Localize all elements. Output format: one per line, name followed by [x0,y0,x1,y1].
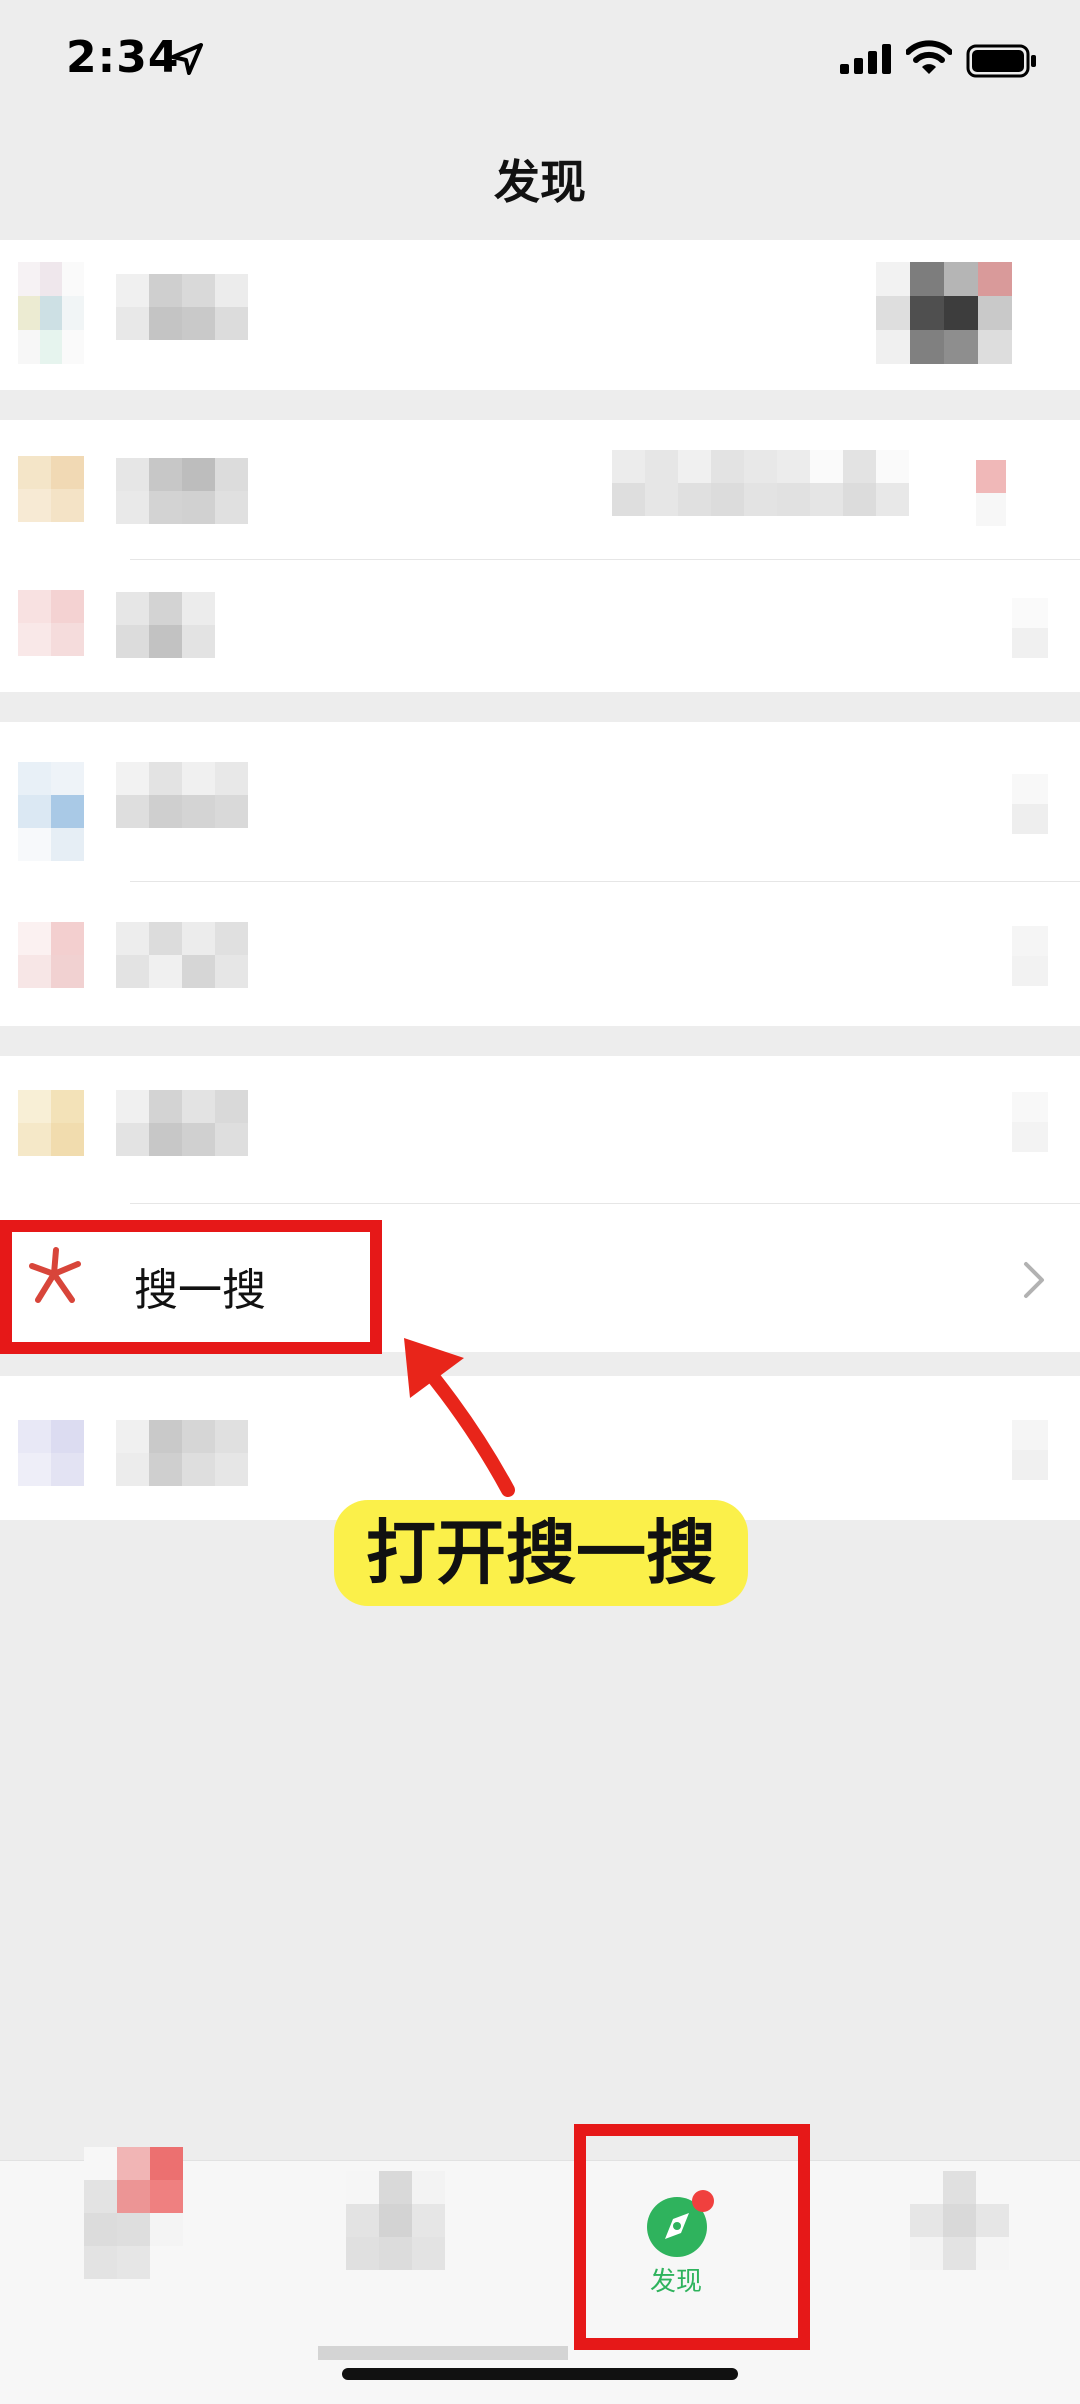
blurred-home-bar-area [318,2346,568,2360]
blurred-menu-row[interactable] [0,560,1080,692]
tab-me[interactable] [810,2161,1080,2361]
menu-group-4 [0,1056,1080,1204]
blurred-row-icon [18,1090,84,1156]
blurred-row-label [116,274,284,340]
blurred-tab-icon [84,2147,183,2279]
blurred-tab-icon [346,2171,445,2270]
blurred-row-icon [18,456,84,522]
blurred-row-icon [18,1420,84,1486]
search-highlight-box [0,1220,382,1354]
blurred-row-chevron [1012,926,1048,986]
pointer-arrow-icon [404,1338,515,1497]
tab-chats[interactable] [0,2147,270,2361]
blurred-row-chevron [1012,774,1048,834]
blurred-menu-row[interactable] [0,1056,1080,1204]
blurred-menu-row[interactable] [0,240,1080,390]
blurred-row-chevron [1012,1420,1048,1480]
home-indicator [342,2368,738,2380]
blurred-row-subtitle [612,450,909,516]
instruction-callout: 打开搜一搜 [334,1500,748,1606]
menu-group-3 [0,722,1080,1026]
blurred-row-chevron [1012,1092,1048,1152]
chevron-right-icon [1024,1262,1044,1298]
blurred-row-label [116,762,284,828]
discover-tab-highlight-box [574,2124,810,2350]
blurred-row-icon [18,262,84,364]
menu-group-5 [0,1376,1080,1520]
blurred-row-label [116,1420,284,1486]
menu-group-1 [0,240,1080,390]
blurred-row-label [116,592,215,658]
blurred-tab-icon [910,2171,1009,2270]
status-time: 2:34 [66,32,180,83]
blurred-menu-row[interactable] [0,882,1080,1026]
blurred-row-chevron [1012,598,1048,658]
blurred-menu-row[interactable] [0,722,1080,882]
location-arrow-icon [171,43,203,75]
blurred-menu-row[interactable] [0,1376,1080,1520]
tab-contacts[interactable] [270,2161,540,2361]
blurred-menu-row[interactable] [0,420,1080,560]
menu-group-2 [0,420,1080,692]
blurred-row-icon [18,590,84,656]
status-bar: 2:34 [0,0,1080,120]
red-dot-badge [976,460,1006,526]
blurred-row-label [116,458,284,524]
page-title: 发现 [494,155,586,209]
wifi-icon [906,40,952,74]
blurred-row-label [116,922,284,988]
blurred-row-icon [18,762,84,861]
battery-icon [966,44,1036,78]
blurred-row-icon [18,922,84,988]
cellular-signal-icon [840,44,891,74]
blurred-row-thumbnail [876,262,1012,364]
blurred-row-label [116,1090,284,1156]
